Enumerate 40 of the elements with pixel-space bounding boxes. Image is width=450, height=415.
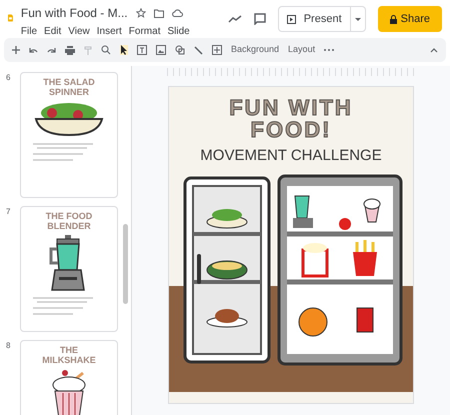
document-title[interactable]: Fun with Food - M... [20, 4, 128, 22]
thumbnail-title: THE MILKSHAKE [41, 345, 97, 365]
add-comment-icon[interactable] [212, 45, 222, 55]
slide-number: 7 [6, 206, 12, 218]
slide-title: FUN WITH FOOD! [228, 97, 354, 141]
thumbnail-title: THE SALAD SPINNER [42, 77, 96, 97]
zoom-icon[interactable] [101, 45, 111, 55]
slide-subtitle: MOVEMENT CHALLENGE [200, 146, 382, 166]
background-button[interactable]: Background [231, 43, 280, 57]
salad-bowl-icon [34, 101, 104, 137]
caret-icon [354, 18, 361, 20]
layout-button[interactable]: Layout [288, 43, 316, 57]
redo-icon[interactable] [47, 47, 56, 53]
scrollbar[interactable] [123, 224, 128, 304]
shape-icon[interactable] [175, 45, 185, 55]
trend-line-icon[interactable] [228, 15, 242, 23]
star-icon[interactable] [136, 8, 146, 18]
menu-item[interactable]: Slide [167, 24, 190, 39]
comment-icon[interactable] [254, 13, 266, 25]
undo-icon[interactable] [29, 47, 38, 53]
menu-item[interactable]: View [68, 24, 90, 39]
share-button[interactable]: Share [378, 6, 442, 32]
lock-icon [390, 14, 397, 24]
thumbnail-title: THE FOOD BLENDER [44, 211, 94, 231]
text-box-icon[interactable] [137, 45, 147, 55]
cloud-icon[interactable] [172, 9, 183, 17]
slide-number: 6 [6, 72, 12, 84]
folder-icon[interactable] [154, 8, 164, 18]
plus-icon[interactable] [12, 46, 20, 54]
pointer-icon[interactable] [120, 45, 128, 55]
menu-item[interactable]: File [20, 24, 38, 39]
print-icon[interactable] [65, 46, 75, 54]
menu-item[interactable]: Edit [44, 24, 62, 39]
line-icon[interactable] [194, 46, 203, 54]
play-icon [286, 14, 296, 24]
menu-item[interactable]: Format [128, 24, 160, 39]
menu-item[interactable]: Insert [96, 24, 122, 39]
collapse-icon[interactable] [430, 48, 438, 52]
slide-number: 8 [6, 340, 12, 352]
image-icon[interactable] [156, 45, 166, 55]
